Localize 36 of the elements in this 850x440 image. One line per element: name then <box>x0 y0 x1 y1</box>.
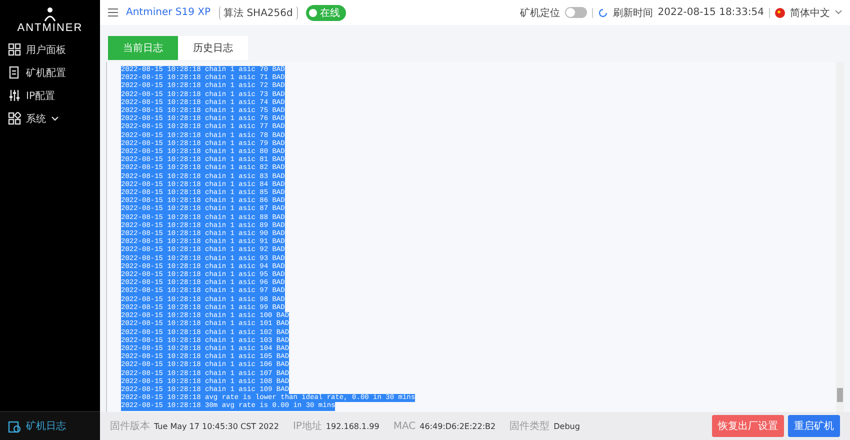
algorithm-label: 算法 SHA256d <box>218 6 298 20</box>
chevron-down-icon <box>835 10 842 15</box>
info-value: Debug <box>554 422 580 430</box>
chevron-down-icon <box>51 116 59 122</box>
sidebar-item[interactable]: 用户面板 <box>0 38 100 61</box>
sidebar-item[interactable]: IP配置 <box>0 84 100 107</box>
restart-button[interactable]: 重启矿机 <box>788 415 840 437</box>
menu-icon[interactable] <box>108 8 118 17</box>
info-label: 固件版本 <box>110 420 150 433</box>
info-label: MAC <box>393 420 416 432</box>
modules-icon <box>8 112 21 125</box>
flag-icon <box>775 8 785 18</box>
info-value: Tue May 17 10:45:30 CST 2022 <box>154 422 279 430</box>
refresh-icon <box>598 8 608 18</box>
log-tab[interactable]: 历史日志 <box>178 36 248 60</box>
sidebar-item[interactable]: 矿机日志 <box>0 411 100 440</box>
info-value: 46:49:D6:2E:22:B2 <box>420 422 496 430</box>
locate-toggle[interactable] <box>564 7 587 18</box>
document-icon <box>8 66 21 79</box>
info-label: 固件类型 <box>510 420 550 433</box>
status-badge: 在线 <box>306 4 346 20</box>
log-icon <box>8 420 21 432</box>
scrollbar[interactable] <box>836 62 844 412</box>
sidebar-item[interactable]: 系统 <box>0 107 100 130</box>
sidebar-item[interactable]: 矿机配置 <box>0 61 100 84</box>
locate-label: 矿机定位 <box>520 6 560 20</box>
refresh-time: 2022-08-15 18:33:54 <box>658 7 764 18</box>
info-label: IP地址 <box>292 420 322 433</box>
sliders-icon <box>8 89 21 102</box>
model-name: Antminer S19 XP <box>126 7 211 18</box>
grid-icon <box>8 43 21 56</box>
miner-figure-icon <box>43 6 57 22</box>
language-selector[interactable]: 简体中文 <box>790 6 830 20</box>
info-value: 192.168.1.99 <box>326 422 380 430</box>
refresh-label: 刷新时间 <box>612 6 653 20</box>
logo-text: ANTMINER <box>17 22 83 34</box>
